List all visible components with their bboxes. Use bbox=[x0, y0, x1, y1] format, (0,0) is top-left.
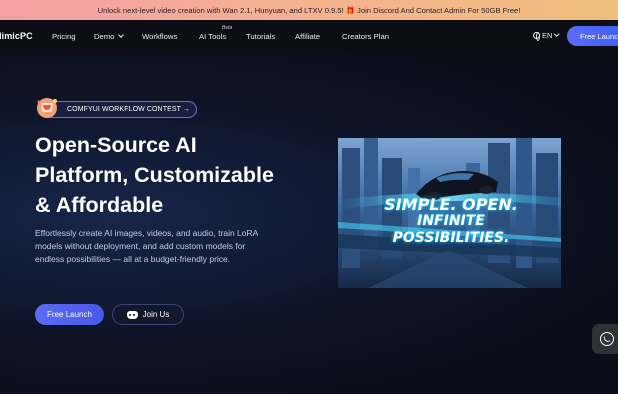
video-overlay-text: SIMPLE. OPEN. INFINITE POSSIBILITIES. bbox=[366, 196, 536, 247]
language-label: EN bbox=[542, 31, 553, 40]
chevron-down-icon bbox=[117, 32, 124, 38]
globe-icon bbox=[533, 32, 540, 41]
logo[interactable]: MimicPC bbox=[0, 31, 33, 41]
banner-cta-text[interactable]: Join Discord And Contact Admin For 50GB … bbox=[357, 6, 520, 15]
banner-text: Unlock next-level video creation with Wa… bbox=[97, 5, 344, 15]
join-us-label: Join Us bbox=[142, 310, 170, 319]
top-navigation: MimicPC Pricing Demo Workflows AI Tools … bbox=[0, 20, 618, 52]
beta-badge: Beta bbox=[222, 25, 233, 31]
nav-demo-label: Demo bbox=[94, 32, 115, 41]
whatsapp-chat-button[interactable] bbox=[592, 324, 618, 354]
video-overlay-line: SIMPLE. OPEN. bbox=[384, 195, 518, 214]
nav-tutorials[interactable]: Tutorials bbox=[246, 32, 275, 41]
nav-free-launch-button[interactable]: Free Launch bbox=[567, 26, 618, 46]
nav-ai-tools[interactable]: AI Tools bbox=[199, 32, 226, 41]
hero-video-preview[interactable]: SIMPLE. OPEN. INFINITE POSSIBILITIES. bbox=[338, 138, 561, 288]
contest-pill[interactable]: COMFYUI WORKFLOW CONTEST → bbox=[42, 101, 197, 118]
trophy-icon bbox=[37, 98, 57, 118]
hero-free-launch-button[interactable]: Free Launch bbox=[35, 304, 104, 325]
whatsapp-icon bbox=[600, 332, 614, 346]
gift-icon: 🎁 bbox=[345, 5, 356, 15]
nav-creators-plan[interactable]: Creators Plan bbox=[342, 32, 389, 41]
hero-title-line: & Affordable bbox=[35, 193, 164, 217]
nav-pricing[interactable]: Pricing bbox=[52, 32, 76, 41]
nav-workflows[interactable]: Workflows bbox=[142, 32, 177, 41]
discord-icon bbox=[126, 310, 138, 319]
announcement-banner[interactable]: Unlock next-level video creation with Wa… bbox=[0, 0, 618, 20]
join-us-button[interactable]: Join Us bbox=[112, 304, 184, 325]
nav-affiliate[interactable]: Affiliate bbox=[295, 32, 320, 41]
hero-title: Open-Source AI Platform, Customizable & … bbox=[35, 130, 274, 220]
language-selector[interactable]: EN bbox=[533, 31, 560, 41]
hero-description: Effortlessly create AI images, videos, a… bbox=[35, 228, 258, 265]
nav-demo[interactable]: Demo bbox=[94, 32, 124, 41]
hero-title-line: Open-Source AI bbox=[35, 133, 197, 157]
chevron-down-icon bbox=[554, 31, 560, 36]
hero-title-line: Platform, Customizable bbox=[35, 163, 274, 187]
video-overlay-line: INFINITE POSSIBILITIES. bbox=[392, 213, 510, 246]
